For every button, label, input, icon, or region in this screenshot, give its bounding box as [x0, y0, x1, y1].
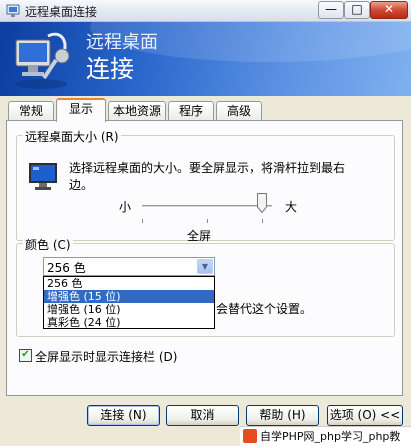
- site-watermark: 自学PHP网_php学习_php教: [240, 426, 411, 446]
- color-depth-dropdown-list[interactable]: 256 色 增强色 (15 位) 增强色 (16 位) 真彩色 (24 位): [43, 276, 215, 329]
- watermark-text: 自学PHP网_php学习_php教: [260, 430, 401, 443]
- slider-min-label: 小: [119, 200, 132, 214]
- slider-tick: [142, 219, 143, 223]
- watermark-logo-icon: [243, 429, 257, 443]
- tab-local-resources[interactable]: 本地资源: [108, 101, 166, 121]
- color-option-24bit[interactable]: 真彩色 (24 位): [44, 316, 214, 329]
- cancel-button[interactable]: 取消: [166, 405, 239, 426]
- size-slider-thumb[interactable]: [257, 193, 267, 213]
- connect-button[interactable]: 连接 (N): [87, 405, 160, 426]
- options-button[interactable]: 选项 (O) <<: [327, 405, 403, 426]
- tab-advanced[interactable]: 高级: [216, 101, 262, 121]
- remote-desktop-app-icon: [6, 4, 20, 17]
- desktop-size-group-title: 远程桌面大小 (R): [23, 128, 121, 145]
- color-note-text: 会替代这个设置。: [216, 302, 313, 316]
- color-group-title: 颜色 (C): [23, 236, 73, 253]
- header-banner: 远程桌面 连接: [0, 22, 411, 96]
- color-option-256[interactable]: 256 色: [44, 277, 214, 290]
- chevron-down-icon[interactable]: ▼: [197, 259, 213, 274]
- slider-max-label: 大: [285, 200, 298, 214]
- tab-programs[interactable]: 程序: [168, 101, 214, 121]
- size-slider-track[interactable]: [142, 205, 272, 208]
- title-bar[interactable]: 远程桌面连接 — □ ✕: [0, 0, 411, 22]
- remote-desktop-logo-icon: [15, 32, 70, 89]
- tab-general[interactable]: 常规: [8, 101, 54, 121]
- color-depth-selected: 256 色: [47, 261, 86, 275]
- show-connection-bar-label[interactable]: 全屏显示时显示连接栏 (D): [35, 348, 177, 365]
- window-title: 远程桌面连接: [25, 5, 98, 19]
- minimize-button[interactable]: —: [318, 1, 344, 19]
- close-button[interactable]: ✕: [370, 1, 408, 19]
- tab-display[interactable]: 显示: [56, 98, 106, 122]
- banner-title-line2: 连接: [86, 55, 134, 83]
- slider-value-label: 全屏: [187, 229, 212, 243]
- color-depth-select[interactable]: 256 色 ▼: [43, 257, 215, 276]
- desktop-size-group: 远程桌面大小 (R) 选择远程桌面的大小。要全屏显示，将滑杆拉到最右边。 小 大…: [16, 128, 395, 243]
- color-option-16bit[interactable]: 增强色 (16 位): [44, 303, 214, 316]
- slider-tick: [207, 219, 208, 223]
- help-button[interactable]: 帮助 (H): [246, 405, 319, 426]
- color-option-15bit[interactable]: 增强色 (15 位): [44, 290, 214, 303]
- monitor-icon: [29, 163, 57, 190]
- maximize-button[interactable]: □: [344, 1, 370, 19]
- slider-tick: [262, 219, 263, 223]
- desktop-size-description: 选择远程桌面的大小。要全屏显示，将滑杆拉到最右边。: [69, 161, 346, 192]
- show-connection-bar-checkbox[interactable]: ✔: [19, 349, 32, 362]
